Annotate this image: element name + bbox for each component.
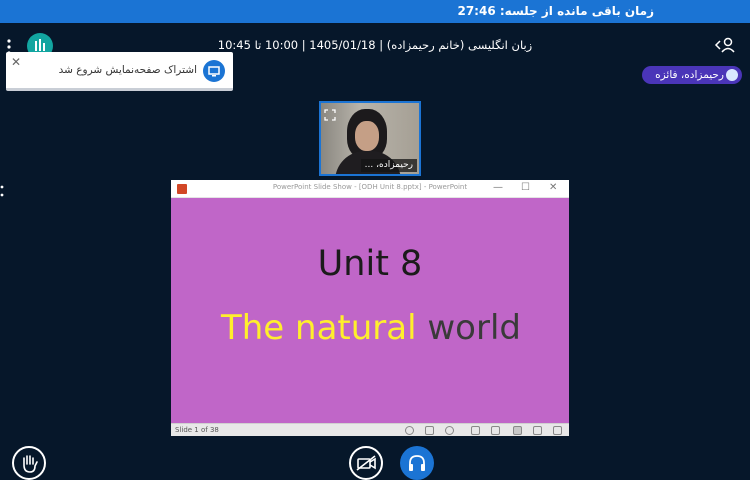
slide-sorter-button[interactable] — [491, 426, 500, 435]
notes-button[interactable] — [425, 426, 434, 435]
presenter-badge[interactable]: رحیمزاده، فائزه — [642, 66, 742, 84]
camera-off-icon[interactable] — [349, 446, 383, 480]
meeting-title-text: زبان انگلیسی (خانم رحیمزاده) | 1405/01/1… — [217, 38, 533, 52]
slide-canvas: Unit 8 The natural world — [171, 198, 569, 423]
slide-heading: Unit 8 — [317, 244, 423, 284]
side-panel-dots-icon[interactable] — [0, 183, 4, 197]
minimize-button[interactable]: — — [493, 182, 503, 193]
webcam-tile[interactable]: رحیمزاده، ... — [319, 101, 421, 176]
headphones-icon[interactable] — [400, 446, 434, 480]
user-switch-icon[interactable] — [714, 37, 736, 53]
prev-slide-button[interactable] — [405, 426, 414, 435]
timer-value: 27:46 — [457, 4, 496, 18]
reading-view-button[interactable] — [513, 426, 522, 435]
close-icon[interactable]: ✕ — [11, 55, 21, 69]
slideshow-controls — [405, 426, 565, 435]
close-window-button[interactable]: ✕ — [549, 182, 557, 193]
slide-counter: Slide 1 of 38 — [175, 426, 219, 434]
slideshow-status-bar: Slide 1 of 38 — [171, 423, 569, 436]
session-timer-bar: زمان باقی مانده از جلسه: 27:46 — [0, 0, 750, 23]
webcam-username: رحیمزاده، ... — [360, 159, 417, 172]
next-slide-button[interactable] — [445, 426, 454, 435]
window-titlebar: PowerPoint Slide Show - [ODH Unit 8.pptx… — [171, 180, 569, 198]
meeting-title: زبان انگلیسی (خانم رحیمزاده) | 1405/01/1… — [0, 38, 750, 52]
maximize-button[interactable]: ☐ — [521, 182, 530, 193]
slide-subtitle: The natural world — [211, 308, 531, 348]
mic-icon — [726, 69, 738, 81]
normal-view-button[interactable] — [471, 426, 480, 435]
timer-label: زمان باقی مانده از جلسه: — [499, 4, 654, 18]
slide-subtitle-part1: The natural — [220, 308, 417, 348]
slide-subtitle-part2: world — [427, 308, 521, 348]
zoom-button[interactable] — [553, 426, 562, 435]
window-title: PowerPoint Slide Show - [ODH Unit 8.pptx… — [272, 183, 468, 191]
screen-share-icon — [203, 60, 225, 82]
notification-message: اشتراک صفحه‌نمایش شروع شد — [58, 64, 197, 76]
raise-hand-icon[interactable] — [12, 446, 46, 480]
expand-icon[interactable] — [324, 106, 336, 121]
shared-screen-window[interactable]: PowerPoint Slide Show - [ODH Unit 8.pptx… — [171, 180, 569, 436]
screen-share-notification: ✕ اشتراک صفحه‌نمایش شروع شد — [6, 52, 233, 91]
presenter-name: رحیمزاده، فائزه — [655, 69, 724, 81]
webcam-face — [355, 121, 379, 151]
slideshow-button[interactable] — [533, 426, 542, 435]
session-timer-text: زمان باقی مانده از جلسه: 27:46 — [457, 0, 654, 23]
